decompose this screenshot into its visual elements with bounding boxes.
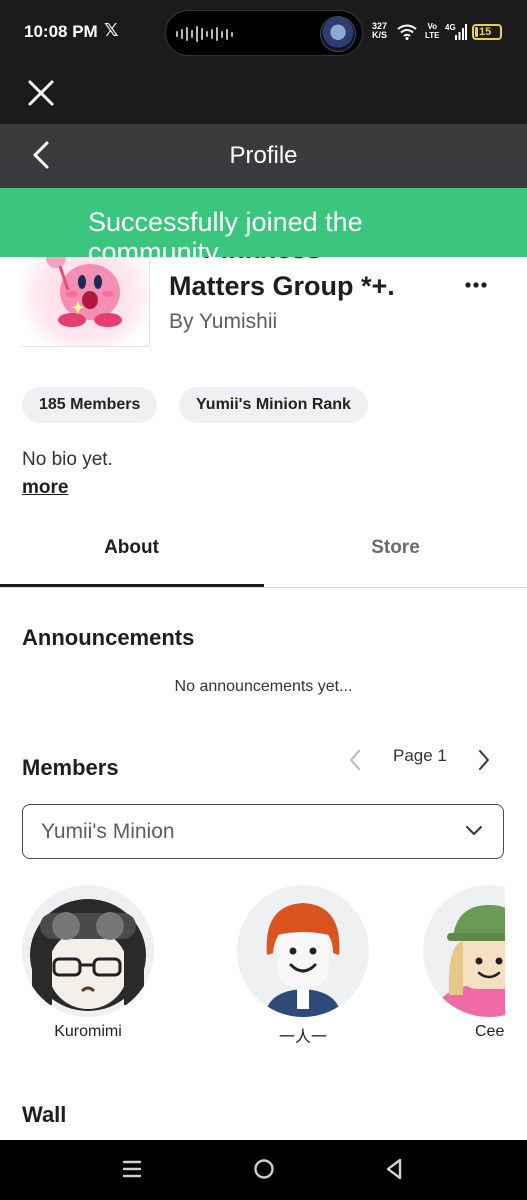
page-title: Profile xyxy=(229,142,298,169)
toast-message: Successfully joined the community xyxy=(88,207,363,257)
status-bar: 10:08 PM 𝕏 327 K/S Vo LTE 4G 15 xyxy=(0,0,527,66)
media-avatar-icon xyxy=(320,16,356,52)
member-avatar[interactable] xyxy=(423,885,505,1017)
volte-indicator: Vo LTE xyxy=(425,22,440,40)
member-avatar[interactable] xyxy=(237,885,369,1017)
chevron-left-icon[interactable] xyxy=(347,748,363,772)
wifi-icon xyxy=(397,24,417,40)
group-bio: No bio yet. xyxy=(22,449,113,470)
announcements-heading: Announcements xyxy=(22,625,195,650)
home-icon[interactable] xyxy=(253,1158,275,1180)
close-icon[interactable] xyxy=(26,78,56,108)
member-name[interactable]: Cee xyxy=(475,1023,505,1041)
member-name[interactable]: 一人一 xyxy=(237,1023,369,1047)
browser-close-bar xyxy=(0,66,527,124)
volte-bottom: LTE xyxy=(425,31,440,40)
net-speed: 327 K/S xyxy=(372,22,387,40)
network-type: 4G xyxy=(445,23,456,32)
members-heading: Members xyxy=(22,755,119,780)
announcements-empty-text: No announcements yet... xyxy=(174,678,353,695)
net-speed-unit: K/S xyxy=(372,30,388,40)
group-owner[interactable]: By Yumishii xyxy=(169,310,277,334)
member-name[interactable]: Kuromimi xyxy=(22,1023,154,1041)
recent-apps-icon[interactable] xyxy=(122,1157,142,1181)
avatar-redhair-icon xyxy=(237,885,369,1017)
tab-about[interactable]: About xyxy=(0,523,263,587)
status-time: 10:08 PM xyxy=(24,22,98,41)
avatar-goggles-icon xyxy=(22,885,154,1017)
member-avatar[interactable] xyxy=(22,885,154,1017)
wall-heading: Wall xyxy=(22,1102,67,1127)
signal-icon: 4G xyxy=(445,23,467,40)
success-toast: Successfully joined the community xyxy=(0,188,527,257)
rank-chip[interactable]: Yumii's Minion Rank xyxy=(179,387,368,423)
chevron-right-icon[interactable] xyxy=(476,748,492,772)
member-card[interactable]: 一人一 xyxy=(237,885,369,1047)
system-nav-bar xyxy=(0,1140,527,1200)
volte-top: Vo xyxy=(427,22,438,31)
avatar-bucket-hat-icon xyxy=(423,885,505,1017)
profile-header: Profile xyxy=(0,124,527,188)
x-app-icon: 𝕏 xyxy=(104,20,119,40)
audio-wave-icon xyxy=(176,25,233,43)
more-options-icon[interactable] xyxy=(464,278,488,292)
battery-indicator: 15 xyxy=(472,24,502,40)
tab-divider xyxy=(0,587,527,588)
page-indicator: Page 1 xyxy=(393,746,447,765)
role-dropdown-value: Yumii's Minion xyxy=(41,820,175,843)
chevron-down-icon xyxy=(466,826,482,835)
dynamic-island xyxy=(165,10,363,56)
members-count-chip[interactable]: 185 Members xyxy=(22,387,158,423)
back-icon[interactable] xyxy=(384,1157,404,1181)
tab-store[interactable]: Store xyxy=(264,523,527,587)
role-dropdown[interactable]: Yumii's Minion xyxy=(22,804,504,859)
member-card[interactable]: Cee xyxy=(423,885,505,1045)
more-link[interactable]: more xyxy=(22,477,68,499)
group-name-line2: Matters Group *+. xyxy=(169,271,395,301)
member-card[interactable]: Kuromimi xyxy=(22,885,154,1045)
